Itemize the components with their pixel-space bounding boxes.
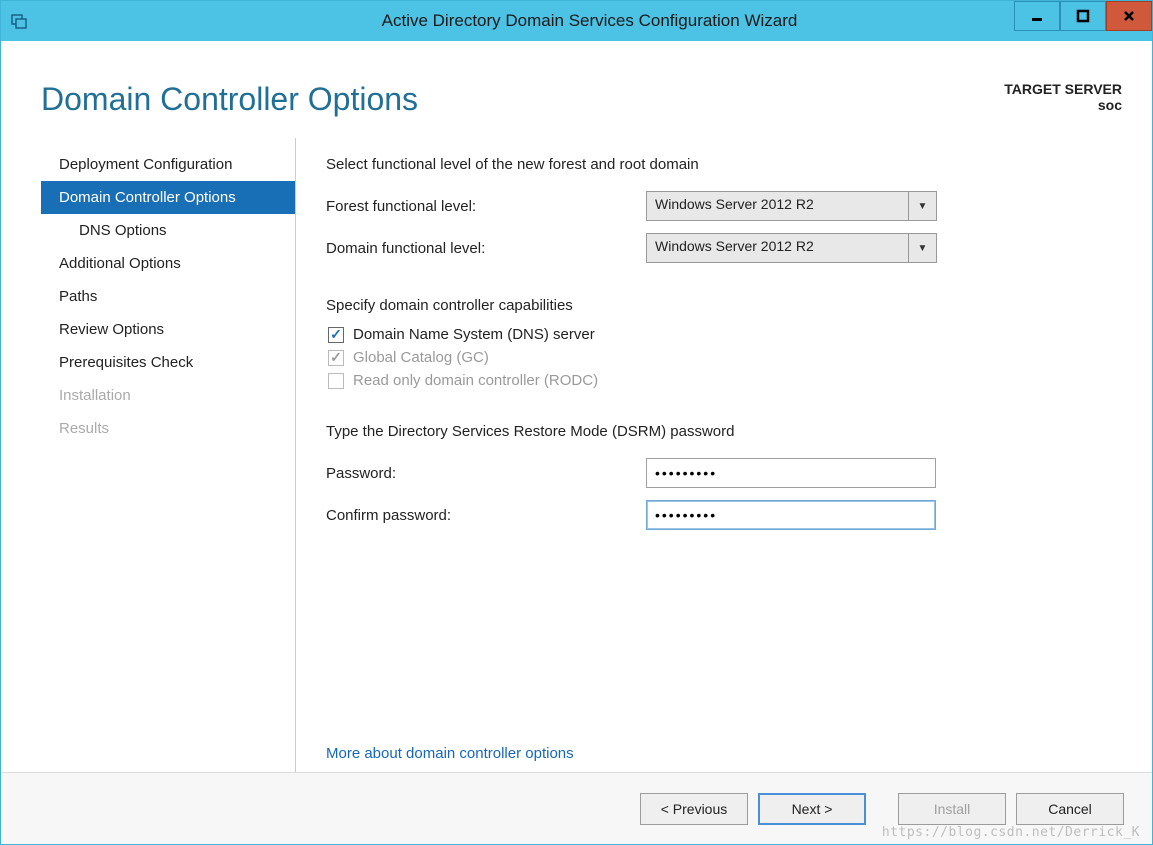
confirm-password-row: Confirm password:: [326, 500, 1112, 530]
forest-level-value: Windows Server 2012 R2: [646, 191, 909, 221]
wizard-window: Active Directory Domain Services Configu…: [0, 0, 1153, 845]
dns-server-checkbox[interactable]: [328, 327, 344, 343]
sidebar-item-installation: Installation: [41, 379, 295, 412]
confirm-password-input[interactable]: [646, 500, 936, 530]
sidebar-item-additional-options[interactable]: Additional Options: [41, 247, 295, 280]
dns-server-label: Domain Name System (DNS) server: [353, 326, 595, 343]
page-header: Domain Controller Options TARGET SERVER …: [1, 41, 1152, 128]
minimize-button[interactable]: [1014, 1, 1060, 31]
domain-level-combo[interactable]: Windows Server 2012 R2 ▼: [646, 233, 937, 263]
sidebar-item-dns-options[interactable]: DNS Options: [41, 214, 295, 247]
sidebar-item-paths[interactable]: Paths: [41, 280, 295, 313]
global-catalog-checkbox: [328, 350, 344, 366]
confirm-password-label: Confirm password:: [326, 507, 646, 524]
previous-button[interactable]: < Previous: [640, 793, 748, 825]
chevron-down-icon: ▼: [918, 201, 928, 212]
rodc-checkbox-row: Read only domain controller (RODC): [326, 372, 1112, 389]
cancel-button[interactable]: Cancel: [1016, 793, 1124, 825]
rodc-checkbox: [328, 373, 344, 389]
global-catalog-label: Global Catalog (GC): [353, 349, 489, 366]
global-catalog-checkbox-row: Global Catalog (GC): [326, 349, 1112, 366]
dsrm-heading: Type the Directory Services Restore Mode…: [326, 423, 1112, 440]
password-row: Password:: [326, 458, 1112, 488]
sidebar-item-results: Results: [41, 412, 295, 445]
sidebar-item-domain-controller-options[interactable]: Domain Controller Options: [41, 181, 295, 214]
capabilities-heading: Specify domain controller capabilities: [326, 297, 1112, 314]
window-title: Active Directory Domain Services Configu…: [27, 11, 1152, 31]
forest-level-combo[interactable]: Windows Server 2012 R2 ▼: [646, 191, 937, 221]
forest-level-label: Forest functional level:: [326, 198, 646, 215]
maximize-button[interactable]: [1060, 1, 1106, 31]
wizard-footer: < Previous Next > Install Cancel https:/…: [1, 772, 1152, 844]
more-about-link[interactable]: More about domain controller options: [326, 725, 1112, 762]
sidebar: Deployment ConfigurationDomain Controlle…: [41, 138, 296, 772]
target-server-block: TARGET SERVER soc: [1004, 81, 1122, 113]
functional-level-heading: Select functional level of the new fores…: [326, 156, 1112, 173]
forest-level-dropdown-button[interactable]: ▼: [909, 191, 937, 221]
close-button[interactable]: [1106, 1, 1152, 31]
password-input[interactable]: [646, 458, 936, 488]
close-icon: [1122, 9, 1136, 23]
maximize-icon: [1076, 9, 1090, 23]
wizard-body: Deployment ConfigurationDomain Controlle…: [1, 128, 1152, 772]
forest-level-row: Forest functional level: Windows Server …: [326, 191, 1112, 221]
content-panel: Select functional level of the new fores…: [296, 138, 1122, 772]
domain-level-row: Domain functional level: Windows Server …: [326, 233, 1112, 263]
window-controls: [1014, 1, 1152, 33]
titlebar: Active Directory Domain Services Configu…: [1, 1, 1152, 41]
next-button[interactable]: Next >: [758, 793, 866, 825]
password-label: Password:: [326, 465, 646, 482]
minimize-icon: [1030, 9, 1044, 23]
server-manager-icon: [11, 13, 27, 29]
chevron-down-icon: ▼: [918, 243, 928, 254]
sidebar-item-review-options[interactable]: Review Options: [41, 313, 295, 346]
sidebar-item-prerequisites-check[interactable]: Prerequisites Check: [41, 346, 295, 379]
target-server-value: soc: [1004, 97, 1122, 113]
domain-level-label: Domain functional level:: [326, 240, 646, 257]
page-title: Domain Controller Options: [41, 81, 418, 118]
domain-level-dropdown-button[interactable]: ▼: [909, 233, 937, 263]
dns-server-checkbox-row: Domain Name System (DNS) server: [326, 326, 1112, 343]
domain-level-value: Windows Server 2012 R2: [646, 233, 909, 263]
rodc-label: Read only domain controller (RODC): [353, 372, 598, 389]
watermark-text: https://blog.csdn.net/Derrick_K: [882, 825, 1140, 840]
sidebar-item-deployment-configuration[interactable]: Deployment Configuration: [41, 148, 295, 181]
install-button: Install: [898, 793, 1006, 825]
target-server-label: TARGET SERVER: [1004, 81, 1122, 97]
